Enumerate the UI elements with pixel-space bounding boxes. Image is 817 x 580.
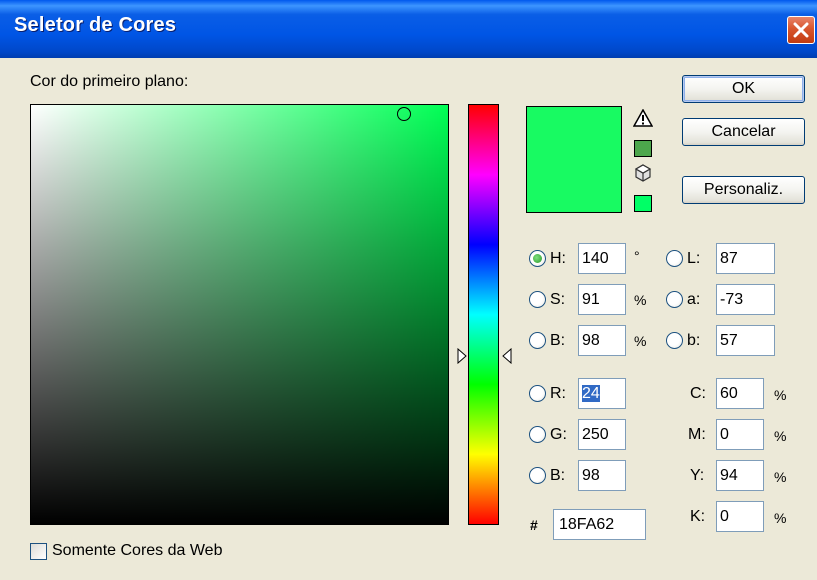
radio-red[interactable] [529,385,546,402]
new-color-swatch [526,106,622,213]
color-field-brightness [31,105,448,524]
hue-input[interactable]: 140 [578,243,626,274]
hue-unit: ° [634,248,640,264]
red-input[interactable]: 24 [578,378,626,409]
cyan-unit: % [774,387,787,403]
a-channel-input[interactable]: -73 [716,284,775,315]
a-channel-label: a: [687,291,701,308]
green-label: G: [550,426,567,443]
color-field[interactable] [30,104,449,525]
lightness-input[interactable]: 87 [716,243,775,274]
web-only-label[interactable]: Somente Cores da Web [52,542,222,560]
saturation-input[interactable]: 91 [578,284,626,315]
red-label: R: [550,385,566,402]
saturation-label: S: [550,291,566,308]
close-x-icon [793,22,809,38]
radio-selected-dot [533,254,542,263]
radio-saturation[interactable] [529,291,546,308]
radio-green[interactable] [529,426,546,443]
hue-label: H: [550,250,566,267]
saturation-unit: % [634,292,647,308]
hue-slider[interactable] [468,104,499,525]
red-input-value: 24 [582,385,600,402]
blue-input[interactable]: 98 [578,460,626,491]
magenta-label: M: [688,426,706,443]
cyan-label: C: [690,385,706,402]
hex-input[interactable]: 18FA62 [553,509,646,540]
radio-blue[interactable] [529,467,546,484]
magenta-unit: % [774,428,787,444]
web-safe-color-swatch[interactable] [634,195,652,212]
radio-hue[interactable] [529,250,546,267]
lightness-label: L: [687,250,701,267]
hue-slider-left-arrow[interactable] [457,348,467,364]
brightness-unit: % [634,333,647,349]
color-picker-circle[interactable] [397,107,411,121]
radio-a-channel[interactable] [666,291,683,308]
yellow-label: Y: [690,467,705,484]
brightness-label: B: [550,332,566,349]
yellow-input[interactable]: 94 [716,460,764,491]
web-only-checkbox[interactable] [30,543,47,560]
close-button[interactable] [787,16,815,44]
hue-slider-right-arrow[interactable] [502,348,512,364]
ok-button[interactable]: OK [682,75,805,103]
cancel-button[interactable]: Cancelar [682,118,805,146]
radio-lightness[interactable] [666,250,683,267]
warning-triangle-icon[interactable] [633,109,653,127]
brightness-input[interactable]: 98 [578,325,626,356]
blue-label: B: [550,467,566,484]
radio-b-channel[interactable] [666,332,683,349]
black-label: K: [690,508,706,525]
b-channel-input[interactable]: 57 [716,325,775,356]
window-title: Seletor de Cores [14,14,177,36]
title-bar: Seletor de Cores [0,0,817,58]
custom-button[interactable]: Personaliz. [682,176,805,204]
magenta-input[interactable]: 0 [716,419,764,450]
cube-icon[interactable] [633,163,653,183]
gamut-color-swatch[interactable] [634,140,652,157]
radio-brightness[interactable] [529,332,546,349]
yellow-unit: % [774,469,787,485]
hex-symbol: # [530,517,538,533]
foreground-label: Cor do primeiro plano: [30,73,189,90]
b-channel-label: b: [687,332,701,349]
black-input[interactable]: 0 [716,501,764,532]
green-input[interactable]: 250 [578,419,626,450]
cyan-input[interactable]: 60 [716,378,764,409]
black-unit: % [774,510,787,526]
